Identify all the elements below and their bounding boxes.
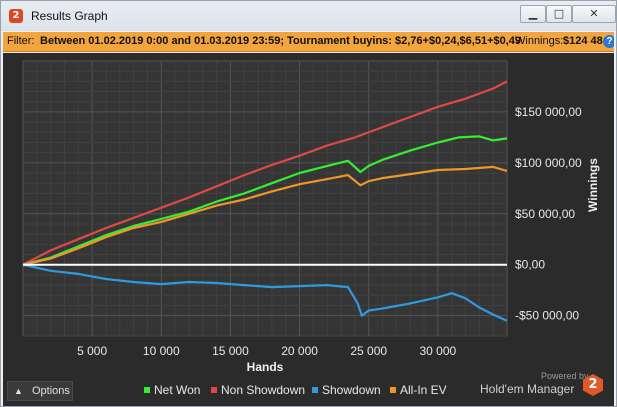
legend-swatch xyxy=(144,387,150,393)
y-tick-label: $0,00 xyxy=(515,258,545,272)
hm2-app-icon: 2 xyxy=(9,9,23,23)
y-tick-label: $100 000,00 xyxy=(515,156,582,170)
legend-label: Net Won xyxy=(154,383,201,397)
x-tick-label: 15 000 xyxy=(212,344,249,358)
powered-by-text: Powered by xyxy=(541,371,589,381)
graph-panel: 5 000 10 000 15 000 20 000 25 000 30 000 $150 … xyxy=(3,53,614,406)
y-tick-label: $150 000,00 xyxy=(515,105,582,119)
legend-label: Showdown xyxy=(322,383,381,397)
help-icon[interactable]: ? xyxy=(603,35,614,48)
plot-area xyxy=(22,60,508,337)
x-tick-label: 10 000 xyxy=(143,344,180,358)
results-chart: 5 000 10 000 15 000 20 000 25 000 30 000 $150 … xyxy=(22,60,600,374)
close-icon: ✕ xyxy=(589,7,599,20)
legend-swatch xyxy=(390,387,396,393)
title-bar[interactable]: 2 Results Graph ▁ □ ✕ xyxy=(1,1,616,31)
window-title: Results Graph xyxy=(31,9,108,23)
options-label: Options xyxy=(32,385,70,397)
legend-label: All-In EV xyxy=(400,383,447,397)
filter-bar[interactable]: Filter: Between 01.02.2019 0:00 and 01.0… xyxy=(3,32,614,52)
results-graph-window: 2 Results Graph ▁ □ ✕ Filter: Between 01… xyxy=(0,0,617,407)
minimize-icon: ▁ xyxy=(528,7,538,20)
options-button[interactable]: ▲ Options xyxy=(7,381,73,401)
minimize-button[interactable]: ▁ xyxy=(520,5,546,23)
legend-swatch xyxy=(312,387,318,393)
x-tick-label: 5 000 xyxy=(77,344,107,358)
filter-label: Filter: xyxy=(7,35,35,47)
y-tick-label: $50 000,00 xyxy=(515,207,575,221)
y-axis-title: Winnings xyxy=(586,158,600,212)
winnings-label: Winnings: xyxy=(515,35,564,47)
filter-value: Between 01.02.2019 0:00 and 01.03.2019 2… xyxy=(40,35,522,47)
x-axis-title: Hands xyxy=(247,360,284,374)
y-tick-label: -$50 000,00 xyxy=(515,309,579,323)
maximize-button[interactable]: □ xyxy=(546,5,572,23)
x-tick-label: 20 000 xyxy=(281,344,318,358)
winnings-value: $124 48 xyxy=(563,35,603,47)
chevron-up-icon: ▲ xyxy=(14,386,23,396)
x-tick-label: 25 000 xyxy=(350,344,387,358)
legend-label: Non Showdown xyxy=(221,383,306,397)
close-button[interactable]: ✕ xyxy=(572,5,616,23)
x-tick-label: 30 000 xyxy=(420,344,457,358)
legend-swatch xyxy=(211,387,217,393)
maximize-icon: □ xyxy=(553,7,565,20)
product-name: Hold'em Manager xyxy=(480,382,575,396)
